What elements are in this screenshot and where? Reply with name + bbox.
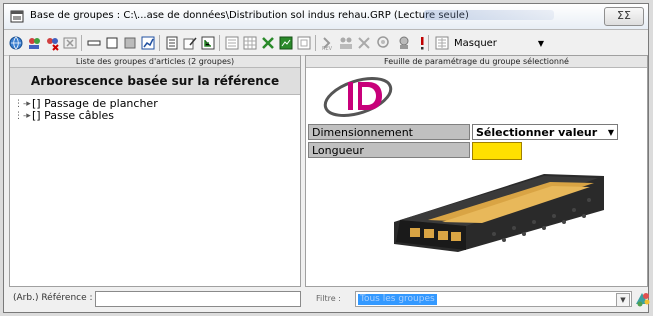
image-icon[interactable]	[278, 35, 294, 51]
group-list-header: Liste des groupes d'articles (2 groupes)	[10, 56, 300, 68]
list-icon[interactable]	[164, 35, 180, 51]
title-bar[interactable]: Base de groupes : C:\...ase de données\D…	[4, 4, 648, 30]
square-icon[interactable]	[104, 35, 120, 51]
toolbar-separator	[428, 35, 429, 51]
refresh-icon[interactable]	[296, 35, 312, 51]
rev-icon[interactable]: REV	[320, 35, 336, 51]
toolbar-separator	[159, 35, 160, 51]
window-title: Base de groupes : C:\...ase de données\D…	[30, 10, 469, 21]
tree-node-icon[interactable]: ⋮-▸	[14, 98, 31, 110]
toolbar-separator	[81, 35, 82, 51]
toolbar-separator	[315, 35, 316, 51]
chevron-down-icon[interactable]: ▼	[608, 125, 614, 141]
money-icon[interactable]	[396, 35, 412, 51]
param-label: Dimensionnement	[308, 124, 470, 140]
search-icon[interactable]	[376, 35, 392, 51]
param-row-dimensionnement: Dimensionnement Sélectionner valeur ▼	[308, 124, 628, 140]
close-button[interactable]: ΣΣ	[604, 7, 644, 26]
app-icon	[10, 9, 24, 23]
tree-icon[interactable]	[200, 35, 216, 51]
group-list-panel: Liste des groupes d'articles (2 groupes)…	[9, 55, 301, 287]
tree-edit-icon[interactable]	[224, 35, 240, 51]
svg-text:REV: REV	[322, 46, 333, 51]
dimensionnement-select[interactable]: Sélectionner valeur ▼	[472, 124, 618, 140]
longueur-input[interactable]	[472, 142, 522, 160]
select-value: Sélectionner valeur	[476, 126, 598, 139]
grid-icon[interactable]	[242, 35, 258, 51]
reference-input[interactable]	[95, 291, 301, 307]
filter-bar: Filtre : Tous les groupes ▼	[305, 289, 650, 309]
product-image	[394, 170, 604, 252]
minus-icon[interactable]	[86, 35, 102, 51]
parameter-sheet-header: Feuille de paramétrage du groupe sélecti…	[306, 56, 647, 68]
title-blur-decoration	[424, 10, 554, 20]
tree-item-passe-cables[interactable]: ⋮-▸ [] Passe câbles	[10, 110, 300, 122]
main-window: Base de groupes : C:\...ase de données\D…	[3, 3, 650, 313]
color-wheel-icon[interactable]	[634, 290, 650, 308]
masquer-label: Masquer	[454, 38, 497, 49]
tree-node-icon[interactable]: ⋮-▸	[14, 110, 31, 122]
chart-icon[interactable]	[140, 35, 156, 51]
parameter-sheet-panel: Feuille de paramétrage du groupe sélecti…	[305, 55, 648, 287]
reference-label: (Arb.) Référence :	[13, 293, 93, 303]
tree-header[interactable]: Arborescence basée sur la référence	[10, 68, 300, 95]
filter-value: Tous les groupes	[358, 294, 437, 305]
globe-icon[interactable]	[8, 35, 24, 51]
param-row-longueur: Longueur	[308, 142, 628, 160]
edit-icon[interactable]	[182, 35, 198, 51]
group-remove-icon[interactable]	[44, 35, 60, 51]
tree-item-label: [] Passe câbles	[32, 109, 115, 122]
toolbar-separator	[219, 35, 220, 51]
export-icon[interactable]	[260, 35, 276, 51]
param-label: Longueur	[308, 142, 470, 158]
toolbar: REV Masquer ▼	[4, 31, 648, 56]
delete-icon[interactable]	[62, 35, 78, 51]
chevron-down-icon[interactable]: ▼	[616, 293, 630, 307]
reference-search-bar: (Arb.) Référence :	[9, 289, 301, 309]
fill-icon[interactable]	[122, 35, 138, 51]
masquer-dropdown[interactable]: Masquer ▼	[454, 36, 544, 51]
chevron-down-icon: ▼	[537, 39, 544, 48]
brand-logo	[320, 74, 400, 119]
close-icon[interactable]	[356, 35, 372, 51]
group-add-icon[interactable]	[26, 35, 42, 51]
filter-select[interactable]: Tous les groupes ▼	[355, 291, 632, 307]
calculator-icon[interactable]	[434, 35, 450, 51]
group-icon[interactable]	[338, 35, 354, 51]
filter-label: Filtre :	[316, 294, 341, 303]
